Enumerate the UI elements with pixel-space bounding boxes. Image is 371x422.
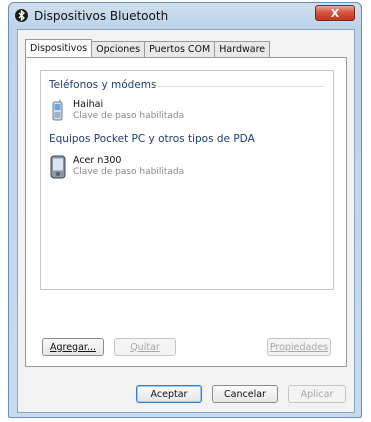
device-status: Clave de paso habilitada [73, 111, 185, 121]
device-list[interactable]: Teléfonos y módems Haihai Clave de paso … [40, 70, 334, 290]
add-button-label: Agregar... [49, 341, 96, 353]
list-item[interactable]: Acer n300 Clave de paso habilitada [49, 155, 184, 179]
remove-button-label: Quitar [130, 341, 160, 353]
apply-button[interactable]: Aplicar [288, 385, 346, 403]
cancel-button[interactable]: Cancelar [212, 385, 278, 403]
tab-strip: Dispositivos Opciones Puertos COM Hardwa… [25, 39, 271, 57]
device-name: Haihai [73, 99, 104, 110]
device-status: Clave de paso habilitada [73, 167, 185, 177]
group-header-label: Equipos Pocket PC y otros tipos de PDA [49, 133, 255, 145]
ok-button[interactable]: Aceptar [136, 385, 202, 403]
title-bar[interactable]: Dispositivos Bluetooth X [9, 3, 361, 29]
group-header-label: Teléfonos y módems [49, 79, 157, 91]
remove-button[interactable]: Quitar [114, 338, 176, 356]
pda-icon [49, 155, 67, 179]
properties-button[interactable]: Propiedades [267, 338, 331, 356]
window-title: Dispositivos Bluetooth [34, 9, 169, 23]
bluetooth-devices-window: Dispositivos Bluetooth X Dispositivos Op… [8, 2, 362, 418]
group-header-pda: Equipos Pocket PC y otros tipos de PDA [49, 133, 255, 145]
device-name: Acer n300 [73, 155, 122, 166]
group-header-phones: Teléfonos y módems [49, 79, 157, 91]
list-item[interactable]: Haihai Clave de paso habilitada [49, 99, 184, 123]
phone-icon [49, 99, 67, 123]
tab-hardware[interactable]: Hardware [214, 41, 271, 57]
close-button[interactable]: X [315, 5, 355, 21]
dialog-client-area: Dispositivos Opciones Puertos COM Hardwa… [17, 29, 355, 413]
tab-dispositivos[interactable]: Dispositivos [25, 39, 93, 57]
devices-tab-panel: Teléfonos y módems Haihai Clave de paso … [25, 57, 347, 367]
tab-opciones[interactable]: Opciones [91, 41, 146, 57]
tab-puertos-com[interactable]: Puertos COM [144, 41, 216, 57]
group-divider [153, 86, 325, 87]
add-button[interactable]: Agregar... [42, 338, 104, 356]
bluetooth-icon [15, 9, 28, 22]
properties-button-label: Propiedades [269, 341, 329, 353]
